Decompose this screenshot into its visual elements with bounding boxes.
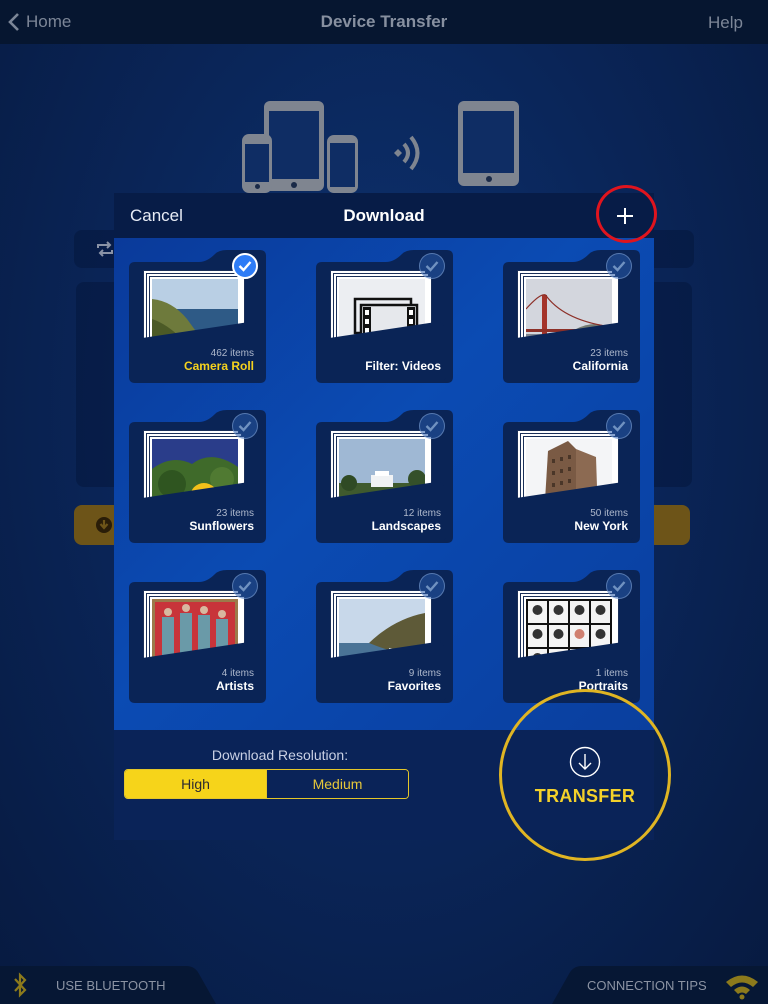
album-tile[interactable]: 12 items Landscapes	[316, 408, 453, 545]
phone-source-icon	[242, 134, 272, 193]
photo-stack	[517, 270, 619, 362]
add-button[interactable]	[610, 201, 640, 231]
album-tile[interactable]: 23 items California	[503, 248, 640, 385]
checkmark-icon	[238, 421, 252, 432]
download-arrow-icon	[569, 746, 601, 777]
album-select-toggle[interactable]	[606, 573, 632, 599]
album-select-toggle[interactable]	[606, 253, 632, 279]
album-count: 23 items	[590, 348, 628, 359]
photo-stack	[517, 430, 619, 522]
modal-title: Download	[343, 206, 425, 225]
album-count: 4 items	[221, 668, 254, 679]
photo-stack	[330, 430, 432, 522]
resolution-label: Download Resolution:	[211, 747, 349, 763]
checkmark-icon	[238, 581, 252, 592]
use-bluetooth-button[interactable]: USE BLUETOOTH	[0, 966, 216, 1004]
download-circle-icon	[96, 517, 112, 533]
checkmark-icon	[425, 261, 439, 272]
album-name: Landscapes	[371, 519, 441, 533]
album-name: Filter: Videos	[365, 359, 441, 373]
album-name: Favorites	[387, 679, 441, 693]
nav-bar: Home Device Transfer Help	[0, 0, 768, 44]
album-select-toggle[interactable]	[606, 413, 632, 439]
album-select-toggle[interactable]	[419, 253, 445, 279]
album-name: New York	[574, 519, 628, 533]
album-thumbnail	[339, 279, 425, 357]
back-label: Home	[26, 12, 72, 31]
checkmark-icon	[425, 581, 439, 592]
album-select-toggle[interactable]	[232, 413, 258, 439]
chevron-left-icon	[8, 13, 19, 31]
resolution-option-medium[interactable]: Medium	[266, 770, 408, 798]
album-tile[interactable]: 462 items Camera Roll	[129, 248, 266, 385]
plus-icon	[617, 208, 633, 224]
album-grid: 462 items Camera Roll Filter: Videos 23 ite…	[114, 238, 654, 730]
album-tile[interactable]: 4 items Artists	[129, 568, 266, 705]
album-tile[interactable]: 23 items Sunflowers	[129, 408, 266, 545]
transfer-label: TRANSFER	[534, 785, 636, 806]
album-select-toggle[interactable]	[232, 573, 258, 599]
wifi-icon	[726, 975, 758, 1000]
album-thumbnail	[152, 439, 238, 517]
album-tile[interactable]: Filter: Videos	[316, 248, 453, 385]
album-count: 23 items	[216, 508, 254, 519]
tablet-target-icon	[458, 101, 519, 186]
checkmark-icon	[612, 581, 626, 592]
page-title: Device Transfer	[320, 12, 448, 31]
photo-stack	[330, 590, 432, 682]
modal-header: Cancel Download	[114, 193, 654, 238]
album-name: Sunflowers	[189, 519, 254, 533]
tips-label: CONNECTION TIPS	[587, 978, 707, 993]
album-thumbnail	[526, 279, 612, 357]
album-count: 462 items	[210, 348, 254, 359]
device-illustration	[0, 95, 768, 195]
help-button[interactable]: Help	[708, 13, 743, 33]
wireless-signal-icon	[394, 135, 420, 171]
album-thumbnail	[526, 599, 612, 677]
album-name: Artists	[215, 679, 254, 693]
back-button[interactable]: Home	[8, 0, 71, 44]
photo-stack	[143, 430, 245, 522]
checkmark-icon	[612, 421, 626, 432]
album-select-toggle[interactable]	[232, 253, 258, 279]
photo-stack	[143, 270, 245, 362]
checkmark-icon	[612, 261, 626, 272]
album-thumbnail	[152, 599, 238, 677]
album-name: Camera Roll	[183, 359, 254, 373]
connection-tips-button[interactable]: CONNECTION TIPS	[552, 966, 768, 1004]
album-count: 9 items	[408, 668, 441, 679]
photo-stack	[330, 270, 432, 362]
album-select-toggle[interactable]	[419, 573, 445, 599]
album-select-toggle[interactable]	[419, 413, 445, 439]
album-thumbnail	[152, 279, 238, 357]
photo-stack	[517, 590, 619, 682]
album-count: 12 items	[403, 508, 441, 519]
album-tile[interactable]: 9 items Favorites	[316, 568, 453, 705]
resolution-segmented-control: High Medium	[124, 769, 409, 799]
sync-icon	[97, 241, 113, 257]
bluetooth-label: USE BLUETOOTH	[56, 978, 166, 993]
bluetooth-icon	[14, 972, 27, 998]
album-count: 1 items	[595, 668, 628, 679]
resolution-option-high[interactable]: High	[125, 770, 266, 798]
album-count: 50 items	[590, 508, 628, 519]
transfer-button[interactable]: TRANSFER	[499, 689, 671, 861]
checkmark-icon	[425, 421, 439, 432]
checkmark-icon	[238, 261, 252, 272]
photo-stack	[143, 590, 245, 682]
album-tile[interactable]: 50 items New York	[503, 408, 640, 545]
album-name: California	[572, 359, 628, 373]
album-tile[interactable]: 1 items Portraits	[503, 568, 640, 705]
album-thumbnail	[526, 439, 612, 517]
android-phone-icon	[327, 135, 358, 193]
tablet-source-icon	[264, 101, 324, 191]
album-thumbnail	[339, 599, 425, 677]
album-thumbnail	[339, 439, 425, 517]
